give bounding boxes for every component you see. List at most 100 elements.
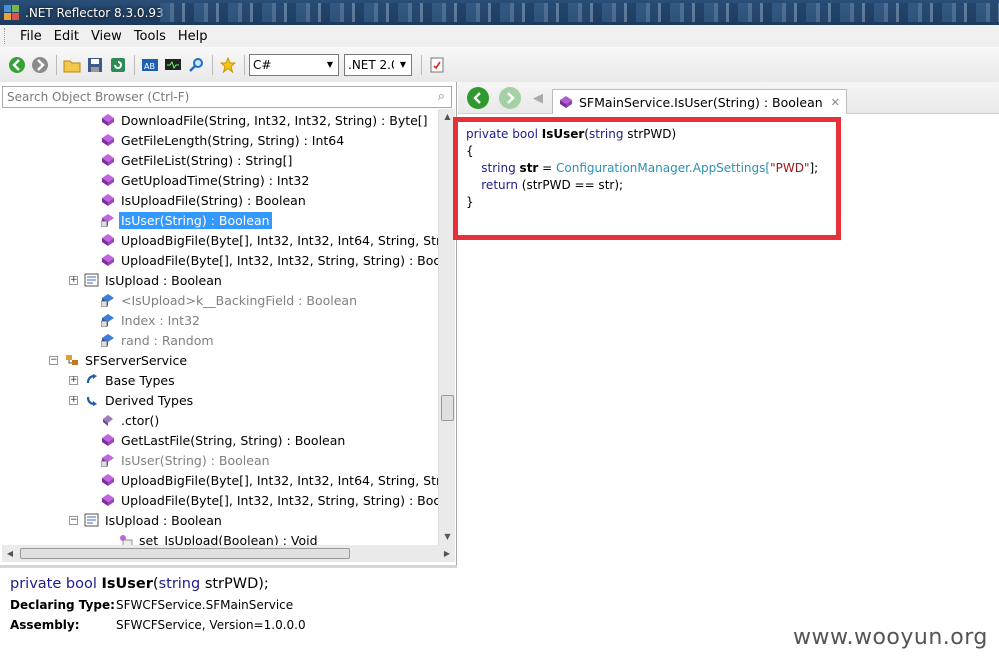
tree-item[interactable]: GetUploadTime(String) : Int32 [100,170,311,190]
method-icon [100,132,116,148]
keyword-string: string [158,576,201,592]
star-icon [220,56,236,73]
tree-item[interactable]: UploadFile(Byte[], Int32, Int32, String,… [100,250,438,270]
assembly-link[interactable]: SFWCFService, Version=1.0.0.0 [116,618,306,632]
tree-item-label: .ctor() [121,412,160,428]
tree-item-label: Derived Types [105,392,194,408]
tree-item[interactable]: set_IsUpload(Boolean) : Void [118,530,320,545]
language-select[interactable]: C# ▼ [249,53,339,76]
property-icon [84,272,100,288]
search-input[interactable]: Search Object Browser (Ctrl-F) ⌕ [2,86,452,108]
scroll-thumb[interactable] [441,395,454,421]
tree-item[interactable]: GetLastFile(String, String) : Boolean [100,430,347,450]
tab-scroll-left-icon[interactable]: ◀ [533,91,543,106]
method-icon [100,112,116,128]
tree-item[interactable]: UploadBigFile(Byte[], Int32, Int32, Int6… [100,230,438,250]
tree-item[interactable]: .ctor() [100,410,161,430]
title-bar: .NET Reflector 8.3.0.93 [0,0,999,25]
menu-file[interactable]: File [14,29,48,44]
chevron-down-icon: ▼ [399,60,407,69]
back-button[interactable] [6,54,28,76]
magnifier-icon [189,57,203,72]
tree-item[interactable]: + Base Types [69,370,177,390]
tree-item-label: <IsUpload>k__BackingField : Boolean [121,292,357,308]
scroll-right-icon[interactable]: ▶ [439,545,455,562]
tree-item[interactable]: GetFileList(String) : String[] [100,150,294,170]
tree-item-label: UploadBigFile(Byte[], Int32, Int32, Int6… [121,472,438,488]
method-icon [100,152,116,168]
tree-item[interactable]: DownloadFile(String, Int32, Int32, Strin… [100,110,430,130]
tree-item[interactable]: IsUser(String) : Boolean [100,210,272,230]
member-info-panel: private bool IsUser(string strPWD); Decl… [0,568,457,669]
expand-icon[interactable]: + [69,395,78,405]
back-arrow-icon [9,56,25,73]
tree-item[interactable]: Index : Int32 [100,310,202,330]
expand-icon[interactable]: + [69,375,78,385]
forward-arrow-icon [507,92,515,104]
tree-item[interactable]: IsUploadFile(String) : Boolean [100,190,308,210]
chevron-down-icon: ▼ [326,60,334,69]
menu-edit[interactable]: Edit [48,29,85,44]
window-title: .NET Reflector 8.3.0.93 [25,5,164,20]
tree-item[interactable]: IsUser(String) : Boolean [100,450,272,470]
framework-select[interactable]: .NET 2.0 ▼ [344,53,412,76]
declaring-type-link[interactable]: SFWCFService.SFMainService [116,598,293,612]
tree-item[interactable]: GetFileLength(String, String) : Int64 [100,130,346,150]
declaring-type-row: Declaring Type: SFWCFService.SFMainServi… [10,598,447,612]
menu-view[interactable]: View [85,29,128,44]
disassembler-button[interactable] [162,54,184,76]
object-tree: DownloadFile(String, Int32, Int32, Strin… [2,109,438,545]
scroll-thumb[interactable] [20,548,350,559]
member-signature: private bool IsUser(string strPWD); [10,576,269,592]
tree-item[interactable]: UploadBigFile(Byte[], Int32, Int32, Int6… [100,470,438,490]
search-button[interactable] [185,54,207,76]
tree-item-label: IsUploadFile(String) : Boolean [121,192,306,208]
tree-item-label: IsUpload : Boolean [105,512,222,528]
scroll-down-icon[interactable]: ▼ [439,529,456,545]
property-icon [84,512,100,528]
analyzer-button[interactable]: AB [139,54,161,76]
method-icon [100,192,116,208]
svg-text:AB: AB [144,62,155,71]
scroll-left-icon[interactable]: ◀ [2,545,18,562]
menu-help[interactable]: Help [172,29,214,44]
toolbar: AB C# ▼ .NET 2.0 ▼ [0,47,999,82]
assembly-label: Assembly: [10,618,80,632]
tree-item[interactable]: − IsUpload : Boolean [69,510,224,530]
member-param: strPWD); [204,576,269,592]
tree-item-label: GetFileList(String) : String[] [121,152,293,168]
forward-button[interactable] [29,54,51,76]
tree-item[interactable]: UploadFile(Byte[], Int32, Int32, String,… [100,490,438,510]
horizontal-scrollbar[interactable]: ◀ ▶ [2,545,455,562]
declaring-type-label: Declaring Type: [10,598,115,612]
method-icon [100,472,116,488]
folder-open-icon [63,60,81,72]
tree-item[interactable]: − SFServerService [49,350,189,370]
forward-arrow-icon [32,56,48,73]
ab-icon: AB [142,58,158,71]
toolbar-separator [244,54,245,75]
red-highlight-box [453,117,841,240]
field-icon [100,312,116,328]
toolbar-separator [56,54,57,75]
open-button[interactable] [61,54,83,76]
nav-forward-button[interactable] [499,87,521,109]
watermark: www.wooyun.org [793,625,988,650]
tree-item[interactable]: <IsUpload>k__BackingField : Boolean [100,290,359,310]
tree-item[interactable]: + IsUpload : Boolean [69,270,224,290]
nav-back-button[interactable] [467,87,489,109]
tab-ismuser[interactable]: SFMainService.IsUser(String) : Boolean ✕ [552,89,847,114]
close-icon[interactable]: ✕ [831,96,840,109]
bookmark-button[interactable] [217,54,239,76]
collapse-icon[interactable]: − [69,515,78,525]
collapse-icon[interactable]: − [49,355,58,365]
method-icon [100,492,116,508]
menu-tools[interactable]: Tools [128,29,172,44]
tree-item[interactable]: rand : Random [100,330,216,350]
expand-icon[interactable]: + [69,275,78,285]
tree-item[interactable]: + Derived Types [69,390,195,410]
document-button[interactable] [426,54,448,76]
object-browser-panel: Search Object Browser (Ctrl-F) ⌕ Downloa… [0,82,457,669]
save-button[interactable] [84,54,106,76]
refresh-button[interactable] [107,54,129,76]
